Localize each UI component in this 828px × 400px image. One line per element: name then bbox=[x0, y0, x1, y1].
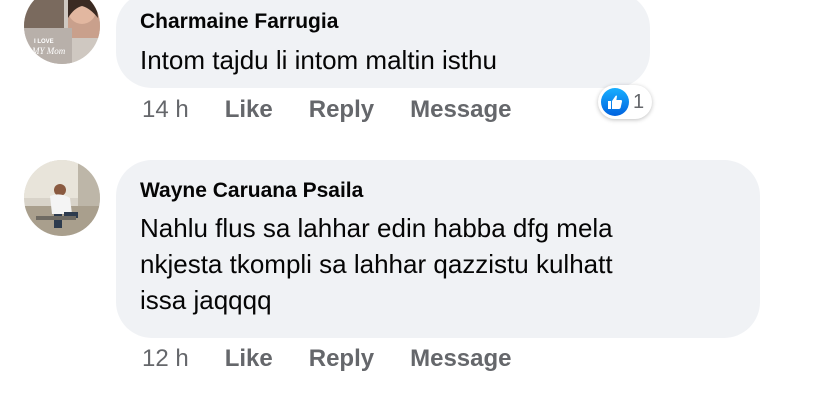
like-button[interactable]: Like bbox=[225, 96, 273, 124]
comment-text-line: Intom tajdu li intom maltin isthu bbox=[140, 45, 497, 75]
comment-author[interactable]: Wayne Caruana Psaila bbox=[140, 179, 363, 203]
avatar-photo bbox=[24, 160, 100, 236]
comment-author[interactable]: Charmaine Farrugia bbox=[140, 10, 338, 34]
reaction-summary[interactable]: 1 bbox=[598, 85, 653, 119]
message-button[interactable]: Message bbox=[410, 96, 511, 124]
message-button[interactable]: Message bbox=[410, 345, 511, 373]
reply-button[interactable]: Reply bbox=[309, 345, 374, 373]
avatar[interactable]: I LOVE MY Mom bbox=[24, 0, 100, 64]
comment-text-line: issa jaqqqq bbox=[140, 285, 272, 315]
comment-text-line: nkjesta tkompli sa lahhar qazzistu kulha… bbox=[140, 249, 613, 279]
comment-actions: 14 h Like Reply Message bbox=[142, 96, 512, 124]
reaction-count: 1 bbox=[633, 90, 645, 113]
comment-text-line: Nahlu flus sa lahhar edin habba dfg mela bbox=[140, 213, 613, 243]
comment-actions: 12 h Like Reply Message bbox=[142, 345, 512, 373]
reply-button[interactable]: Reply bbox=[309, 96, 374, 124]
avatar[interactable] bbox=[24, 160, 100, 236]
avatar-text-i-love: I LOVE bbox=[34, 39, 54, 45]
like-button[interactable]: Like bbox=[225, 345, 273, 373]
comment-timestamp[interactable]: 12 h bbox=[142, 345, 189, 373]
comment-timestamp[interactable]: 14 h bbox=[142, 96, 189, 124]
avatar-photo: I LOVE MY Mom bbox=[24, 0, 100, 64]
avatar-text-my-mom: MY Mom bbox=[31, 46, 66, 56]
comment-text: Nahlu flus sa lahhar edin habba dfg mela… bbox=[140, 210, 613, 318]
thumbs-up-icon bbox=[601, 88, 629, 116]
comment-text: Intom tajdu li intom maltin isthu bbox=[140, 42, 497, 78]
